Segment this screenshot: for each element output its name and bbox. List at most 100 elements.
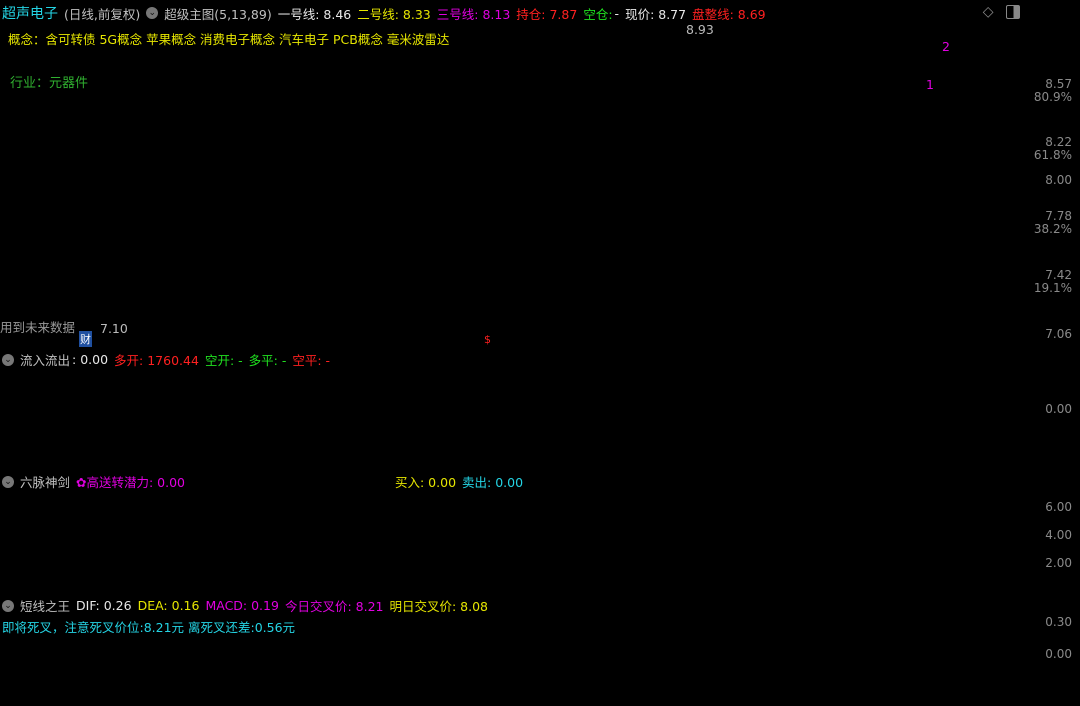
arrow-up-icon — [81, 532, 92, 539]
macd-box — [599, 662, 611, 668]
arrow-up-icon — [859, 518, 870, 525]
sar-dot — [584, 81, 594, 90]
line2-value: 二号线: 8.33 — [357, 6, 431, 22]
sar-dot — [422, 164, 431, 173]
sixpulse-title[interactable]: 六脉神剑 — [20, 472, 70, 491]
future-data-note: 用到未来数据 — [0, 320, 76, 335]
candle-up — [63, 226, 76, 232]
flow-bar — [256, 407, 273, 411]
flow-bar — [78, 382, 94, 411]
arrow-up-icon — [48, 574, 59, 581]
arrow-up-icon — [632, 574, 643, 581]
arrow-down-icon — [875, 581, 886, 588]
flow-bar — [694, 409, 711, 432]
candle-up — [599, 199, 612, 255]
arrow-up-icon — [502, 532, 513, 539]
arrow-down-icon — [324, 581, 335, 588]
arrow-down-icon — [567, 539, 578, 546]
macd-box — [161, 636, 173, 650]
macd-box — [826, 649, 838, 661]
arrow-up-icon — [32, 504, 43, 511]
arrow-up-icon — [794, 518, 805, 525]
macd-box — [64, 670, 76, 687]
sar-dot — [633, 177, 642, 186]
flow-bar — [484, 402, 500, 411]
macd-value: MACD: 0.19 — [205, 598, 279, 613]
arrow-down-icon — [129, 525, 140, 532]
sar-dot — [681, 167, 691, 177]
macd-box — [648, 627, 660, 654]
arrow-down-icon — [908, 567, 919, 574]
arrow-up-icon — [210, 574, 221, 581]
arrow-down-icon — [583, 567, 594, 574]
chevron-down-icon[interactable]: ⌄ — [146, 7, 159, 19]
candle-down — [680, 75, 693, 88]
flow-bar — [581, 409, 597, 444]
arrow-up-icon — [162, 574, 173, 581]
chevron-down-icon[interactable]: ⌄ — [2, 353, 14, 366]
arrow-up-icon — [162, 532, 173, 539]
arrow-up-icon — [356, 518, 367, 525]
diamond-icon[interactable]: ◇ — [983, 4, 994, 20]
candle-down — [47, 221, 60, 227]
candle-down — [80, 286, 93, 288]
arrow-down-icon — [113, 525, 124, 532]
arrow-up-icon — [356, 574, 367, 581]
sar-dot — [519, 232, 529, 241]
indicator-name[interactable]: 超级主图(5,13,89) — [164, 4, 271, 23]
arrow-up-icon — [924, 532, 935, 539]
arrow-down-icon — [535, 567, 546, 574]
arrow-down-icon — [778, 581, 789, 588]
flow-bar — [678, 409, 694, 439]
flow-bar — [273, 389, 289, 411]
arrow-down-icon — [551, 553, 562, 560]
arrow-up-icon — [145, 518, 156, 525]
candle-down — [858, 135, 871, 141]
flow-bar — [889, 409, 905, 435]
macd-box — [680, 616, 692, 631]
flow-bar — [289, 409, 305, 433]
arrow-down-icon — [437, 511, 448, 518]
arrow-up-icon — [940, 574, 951, 581]
panel-toggle-icon[interactable] — [1006, 5, 1020, 19]
chevron-down-icon[interactable]: ⌄ — [2, 475, 14, 488]
macd-title[interactable]: 短线之王 — [20, 596, 70, 615]
sar-dot — [892, 96, 902, 105]
macd-box — [502, 653, 514, 667]
flow-bar — [500, 380, 516, 411]
flow-title[interactable]: 流入流出 — [20, 350, 70, 369]
arrow-up-icon — [243, 532, 254, 539]
macd-box — [534, 645, 546, 656]
buy-sell-values: 买入: 0.00 卖出: 0.00 — [395, 472, 529, 491]
arrow-up-icon — [648, 504, 659, 511]
flow-bar — [743, 403, 759, 411]
sar-dot — [454, 179, 464, 188]
period-label[interactable]: (日线,前复权) — [64, 4, 140, 23]
sixpulse-header: ⌄ 六脉神剑 ✿高送转潜力: 0.00 — [2, 472, 191, 491]
macd-box — [31, 685, 43, 691]
axis-label: 7.78 38.2% — [1033, 209, 1072, 236]
finance-badge[interactable]: 财 — [79, 331, 92, 347]
arrow-up-icon — [519, 560, 530, 567]
arrow-down-icon — [291, 525, 302, 532]
arrow-down-icon — [291, 581, 302, 588]
arrow-down-icon — [340, 581, 351, 588]
stock-name[interactable]: 超声电子 — [2, 3, 58, 23]
arrow-down-icon — [16, 525, 27, 532]
candle-down — [842, 118, 855, 124]
candle-up — [469, 231, 482, 240]
dollar-mark: $ — [484, 333, 491, 346]
arrow-up-icon — [178, 532, 189, 539]
arrow-down-icon — [778, 567, 789, 574]
flow-bar — [143, 396, 159, 411]
arrow-up-icon — [64, 504, 75, 511]
arrow-down-icon — [275, 567, 286, 574]
arrow-down-icon — [583, 525, 594, 532]
tomorrow-cross-price: 明日交叉价: 8.08 — [389, 599, 489, 614]
arrow-down-icon — [275, 581, 286, 588]
chevron-down-icon[interactable]: ⌄ — [2, 599, 14, 612]
candle-down — [372, 175, 385, 179]
arrow-up-icon — [616, 532, 627, 539]
candle-up — [923, 115, 936, 204]
candle-down — [615, 146, 628, 171]
